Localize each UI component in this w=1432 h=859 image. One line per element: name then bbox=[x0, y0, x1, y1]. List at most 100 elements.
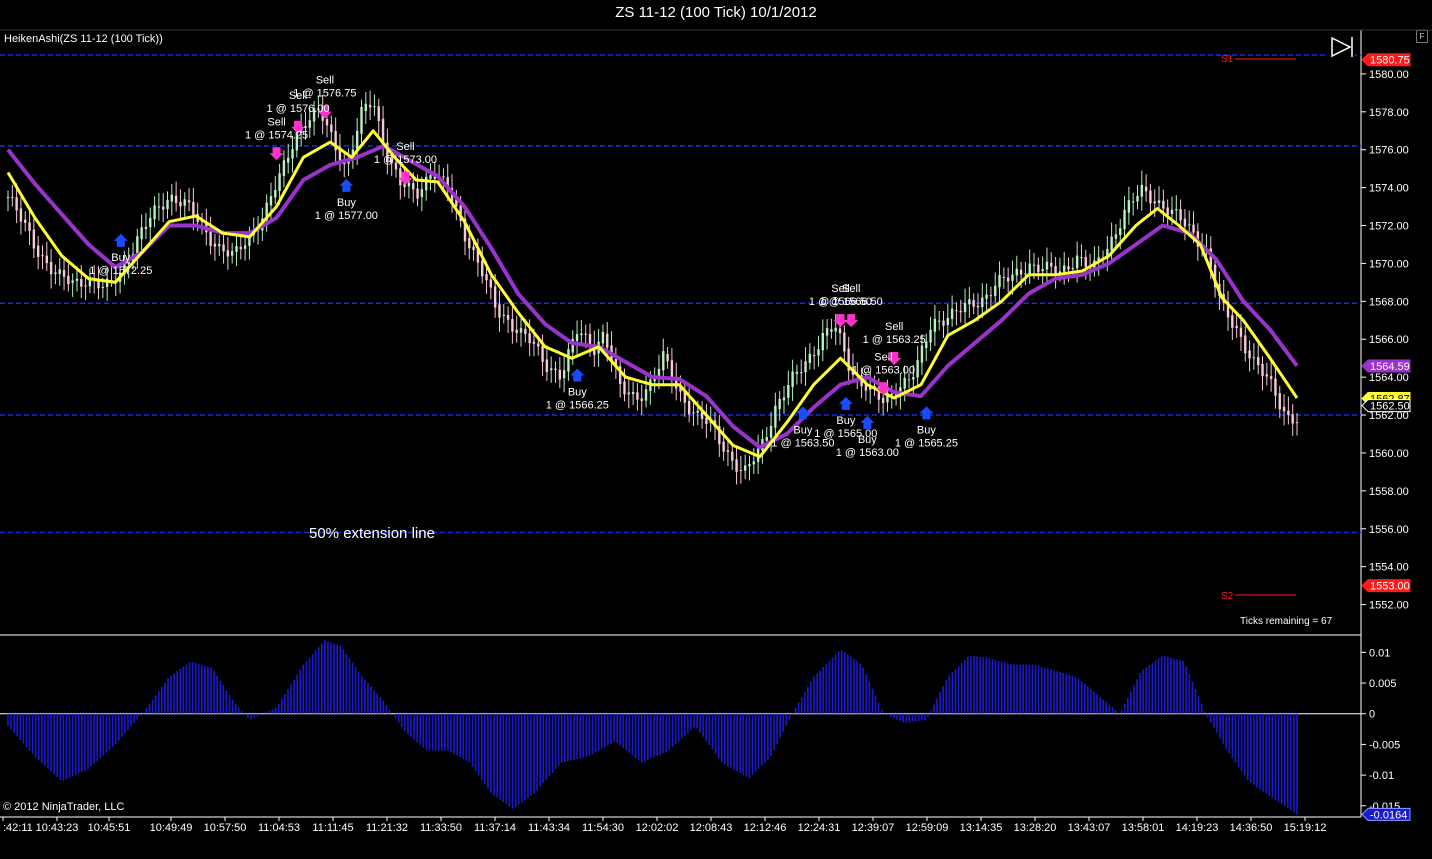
candle-body bbox=[1239, 327, 1243, 337]
time-tick-label: :42:11 bbox=[3, 822, 33, 834]
candle-body bbox=[1162, 200, 1165, 209]
candle-body bbox=[1257, 357, 1260, 366]
trade-fill-label: 1 @ 1563.00 bbox=[836, 447, 899, 459]
candle-body bbox=[1019, 269, 1023, 275]
candle-body bbox=[330, 124, 333, 133]
candle-body bbox=[976, 305, 980, 308]
price-tick-label: 1574.00 bbox=[1369, 183, 1409, 195]
trade-side-label: Buy bbox=[337, 197, 356, 209]
candle-body bbox=[830, 329, 833, 332]
candle-body bbox=[502, 314, 505, 316]
time-tick-label: 15:19:12 bbox=[1284, 822, 1327, 834]
candle-body bbox=[916, 360, 919, 378]
time-tick-label: 12:59:09 bbox=[906, 822, 949, 834]
buy-arrow-icon bbox=[860, 415, 875, 429]
candle-body bbox=[166, 200, 169, 210]
candle-body bbox=[748, 464, 751, 467]
time-tick-label: 11:11:45 bbox=[312, 822, 353, 834]
price-marker-text: 1564.59 bbox=[1370, 361, 1410, 373]
price-axis[interactable]: 1580.00 1578.00 1576.00 1574.00 1572.00 1570.… bbox=[1361, 53, 1411, 612]
time-tick-label: 14:36:50 bbox=[1230, 822, 1273, 834]
candle-body bbox=[541, 345, 544, 362]
candle-body bbox=[782, 397, 786, 401]
candle-body bbox=[731, 451, 734, 461]
candle-body bbox=[1028, 263, 1031, 274]
horizontal-lines[interactable] bbox=[0, 54, 1361, 534]
trade-side-label: Buy bbox=[111, 252, 130, 264]
price-tick-label: 1566.00 bbox=[1369, 334, 1409, 346]
indicator-label: HeikenAshi(ZS 11-12 (100 Tick)) bbox=[4, 33, 163, 45]
candle-body bbox=[67, 275, 70, 285]
candle-body bbox=[424, 176, 428, 191]
trade-side-label: Sell bbox=[316, 75, 334, 87]
candle-body bbox=[1011, 274, 1014, 281]
candle-body bbox=[606, 333, 609, 348]
candle-body bbox=[75, 278, 79, 281]
fast-moving-average-line bbox=[6, 129, 1299, 459]
candle-body bbox=[791, 371, 794, 387]
candle-body bbox=[239, 246, 242, 250]
candle-body bbox=[1032, 264, 1036, 266]
trade-fill-label: 1 @ 1563.00 bbox=[852, 364, 915, 376]
candle-body bbox=[739, 469, 743, 471]
trade-side-label: Buy bbox=[858, 434, 877, 446]
trade-fill-label: 1 @ 1565.25 bbox=[895, 437, 958, 449]
candle-body bbox=[373, 106, 376, 108]
candle-body bbox=[192, 201, 195, 217]
candle-body bbox=[696, 410, 699, 413]
candle-body bbox=[1067, 266, 1070, 270]
candle-body bbox=[101, 286, 105, 288]
candle-body bbox=[545, 359, 549, 373]
candle-body bbox=[80, 279, 83, 287]
price-marker-text: 1580.75 bbox=[1370, 55, 1410, 67]
trade-side-label: Buy bbox=[917, 424, 936, 436]
price-tick-label: 1560.00 bbox=[1369, 448, 1409, 460]
candle-body bbox=[1037, 264, 1040, 273]
candle-body bbox=[269, 196, 273, 206]
candle-body bbox=[1183, 218, 1187, 227]
candle-body bbox=[998, 275, 1001, 288]
candle-body bbox=[506, 314, 510, 320]
candle-body bbox=[627, 392, 630, 395]
candle-body bbox=[174, 195, 178, 203]
candle-body bbox=[1235, 325, 1238, 329]
price-chart[interactable]: Sell1 @ 1576.75Sell1 @ 1576.00Sell1 @ 15… bbox=[0, 0, 1432, 859]
buy-arrow-icon bbox=[838, 396, 853, 410]
candle-body bbox=[687, 400, 691, 415]
candle-body bbox=[1006, 277, 1010, 282]
time-tick-label: 11:21:32 bbox=[366, 822, 408, 834]
candle-body bbox=[1149, 190, 1152, 204]
oscillator-tick-label: -0.005 bbox=[1369, 739, 1400, 751]
time-tick-label: 13:28:20 bbox=[1014, 822, 1057, 834]
time-tick-label: 12:08:43 bbox=[690, 822, 733, 834]
candle-body bbox=[1179, 209, 1182, 221]
candle-body bbox=[623, 381, 626, 395]
trade-fill-label: 1 @ 1576.00 bbox=[266, 103, 329, 115]
candle-body bbox=[981, 297, 984, 308]
candle-body bbox=[1166, 207, 1169, 216]
candle-body bbox=[1248, 350, 1251, 359]
time-tick-label: 12:02:02 bbox=[636, 822, 679, 834]
candle-body bbox=[19, 208, 23, 222]
candle-body bbox=[580, 333, 583, 336]
trade-side-label: Sell bbox=[874, 351, 892, 363]
candle-body bbox=[1002, 276, 1006, 278]
candle-body bbox=[140, 227, 143, 240]
candle-body bbox=[243, 245, 247, 249]
candle-body bbox=[420, 189, 424, 198]
candle-body bbox=[291, 148, 294, 159]
jump-to-end-icon[interactable] bbox=[1327, 35, 1355, 59]
candle-body bbox=[222, 244, 225, 252]
candle-body bbox=[6, 197, 10, 199]
s2-level-label: S2 bbox=[1221, 591, 1234, 602]
candle-body bbox=[1140, 184, 1144, 197]
buy-marker: Buy1 @ 1565.25 bbox=[895, 406, 958, 449]
time-axis[interactable]: :42:11 10:43:23 10:45:51 10:49:49 10:57:50 11… bbox=[2, 817, 1327, 834]
price-marker-label: 1580.75 bbox=[1361, 53, 1411, 67]
price-tick-label: 1576.00 bbox=[1369, 145, 1409, 157]
candle-body bbox=[226, 250, 230, 257]
candle-body bbox=[838, 328, 842, 334]
candle-body bbox=[1269, 376, 1273, 379]
candle-body bbox=[1080, 257, 1083, 259]
candle-body bbox=[554, 368, 557, 371]
